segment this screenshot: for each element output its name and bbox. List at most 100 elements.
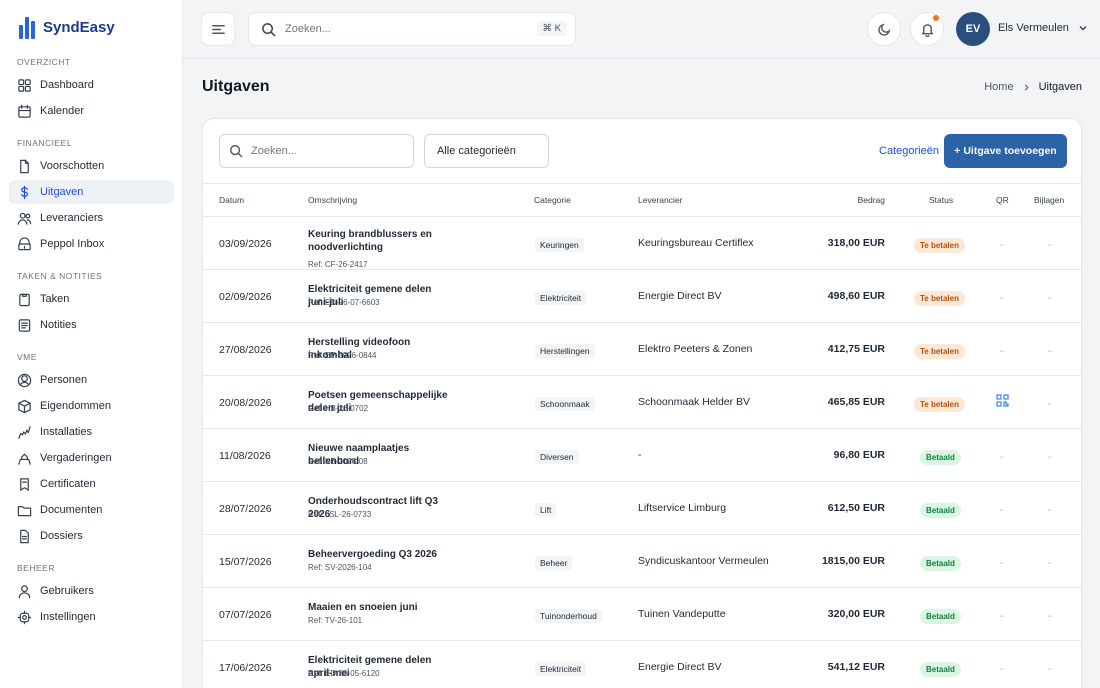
table-row[interactable]: 02/09/2026 Elektriciteit gemene delen jun… (203, 270, 1081, 323)
avatar[interactable]: EV (956, 12, 990, 46)
categories-link[interactable]: Categorieën (879, 145, 939, 157)
sidebar-item-eigendommen[interactable]: Eigendommen (9, 394, 174, 418)
certificate-icon (20, 477, 29, 491)
expense-amount: 1815,00 EUR (821, 555, 885, 567)
breadcrumb: Home Uitgaven (984, 81, 1082, 93)
category-badge: Herstellingen (535, 344, 595, 358)
expense-supplier: Energie Direct BV (638, 661, 722, 673)
col-description[interactable]: Omschrijving (308, 195, 357, 205)
sidebar-item-instellingen[interactable]: Instellingen (9, 605, 174, 629)
expense-supplier: Keuringsbureau Certiflex (638, 237, 754, 249)
expense-date: 17/06/2026 (219, 662, 272, 674)
sidebar-item-label: Uitgaven (40, 186, 84, 198)
category-filter-select[interactable]: Alle categorieën (424, 134, 549, 168)
qr-empty: - (1000, 293, 1004, 304)
sidebar-item-label: Peppol Inbox (40, 238, 105, 250)
expense-amount: 541,12 EUR (827, 661, 885, 673)
theme-toggle-button[interactable] (867, 12, 901, 46)
attachments-empty: - (1048, 558, 1052, 569)
person-icon (17, 373, 32, 387)
sidebar-item-certificaten[interactable]: Certificaten (9, 472, 174, 496)
sidebar-item-taken[interactable]: Taken (9, 287, 174, 311)
expense-amount: 318,00 EUR (827, 237, 885, 249)
expenses-card: Alle categorieën Categorieën + Uitgave t… (202, 118, 1082, 688)
sidebar-item-label: Personen (40, 374, 88, 386)
col-amount[interactable]: Bedrag (858, 195, 885, 205)
sidebar-item-peppol-inbox[interactable]: Peppol Inbox (9, 232, 174, 256)
expense-supplier: Schoonmaak Helder BV (638, 396, 751, 408)
breadcrumb-home[interactable]: Home (984, 81, 1013, 93)
sidebar-item-documenten[interactable]: Documenten (9, 498, 174, 522)
table-row[interactable]: 27/08/2026 Herstelling videofoon inkomhal… (203, 323, 1081, 376)
table-row[interactable]: 28/07/2026 Onderhoudscontract lift Q3 202… (203, 482, 1081, 535)
app-name: SyndEasy (43, 18, 115, 36)
sidebar-item-leveranciers[interactable]: Leveranciers (9, 206, 174, 230)
col-date[interactable]: Datum (219, 195, 244, 205)
attachments-empty: - (1048, 664, 1052, 675)
sidebar-item-personen[interactable]: Personen (9, 368, 174, 392)
nav-section-label: TAKEN & NOTITIES (17, 271, 103, 281)
qr-empty: - (1000, 346, 1004, 357)
category-badge: Beheer (535, 556, 573, 570)
app-logo[interactable]: SyndEasy (19, 15, 115, 39)
user-name: Els Vermeulen (998, 22, 1069, 34)
sidebar-item-kalender[interactable]: Kalender (9, 99, 174, 123)
table-row[interactable]: 03/09/2026 Keuring brandblussers en noodv… (203, 217, 1081, 270)
sidebar-item-label: Eigendommen (40, 400, 111, 412)
sidebar-item-label: Documenten (40, 504, 103, 516)
sidebar-item-uitgaven[interactable]: Uitgaven (9, 180, 174, 204)
sidebar: SyndEasy OVERZICHT Dashboard Kalender FINAN… (0, 0, 183, 688)
table-row[interactable]: 20/08/2026 Poetsen gemeenschappelijke del… (203, 376, 1081, 429)
qr-empty: - (1000, 664, 1004, 675)
sidebar-item-label: Voorschotten (40, 160, 105, 172)
global-search-input[interactable] (285, 23, 525, 35)
sidebar-item-voorschotten[interactable]: Voorschotten (9, 154, 174, 178)
sidebar-item-label: Certificaten (40, 478, 96, 490)
notifications-button[interactable] (910, 12, 944, 46)
folder-icon (17, 505, 32, 516)
attachments-empty: - (1048, 399, 1052, 410)
sidebar-item-vergaderingen[interactable]: Vergaderingen (9, 446, 174, 470)
table-row[interactable]: 15/07/2026 Beheervergoeding Q3 2026 Ref: S… (203, 535, 1081, 588)
table-row[interactable]: 17/06/2026 Elektriciteit gemene delen apr… (203, 641, 1081, 688)
status-badge: Te betalen (914, 291, 965, 306)
status-badge: Te betalen (914, 397, 965, 412)
expense-date: 02/09/2026 (219, 291, 272, 303)
qr-icon[interactable] (996, 394, 1009, 407)
add-expense-button[interactable]: + Uitgave toevoegen (944, 134, 1067, 168)
expense-title: Beheervergoeding Q3 2026 (308, 549, 437, 560)
users-icon (17, 212, 32, 225)
document-icon (20, 159, 29, 173)
sidebar-item-dashboard[interactable]: Dashboard (9, 73, 174, 97)
expense-supplier: Energie Direct BV (638, 290, 722, 302)
moon-icon (877, 23, 890, 36)
expense-date: 11/08/2026 (219, 450, 271, 462)
sidebar-item-installaties[interactable]: Installaties (9, 420, 174, 444)
expense-ref: Ref: KB-2026-08 (308, 457, 368, 466)
col-supplier[interactable]: Leverancier (638, 195, 682, 205)
sidebar-item-dossiers[interactable]: Dossiers (9, 524, 174, 548)
nav-section-label: FINANCIEEL (17, 138, 73, 148)
category-badge: Elektriciteit (535, 662, 587, 676)
status-badge: Betaald (920, 556, 961, 571)
expense-amount: 498,60 EUR (827, 290, 885, 302)
category-badge: Keuringen (535, 238, 584, 252)
table-row[interactable]: 07/07/2026 Maaien en snoeien juni Ref: TV-… (203, 588, 1081, 641)
col-status[interactable]: Status (929, 195, 953, 205)
sidebar-item-gebruikers[interactable]: Gebruikers (9, 579, 174, 603)
dollar-icon (20, 185, 28, 199)
expense-search-input[interactable] (251, 145, 401, 157)
attachments-empty: - (1048, 505, 1052, 516)
qr-empty: - (1000, 452, 1004, 463)
menu-toggle-button[interactable] (201, 12, 235, 46)
wrench-icon (18, 425, 31, 439)
status-badge: Te betalen (914, 238, 965, 253)
table-row[interactable]: 11/08/2026 Nieuwe naamplaatjes bellenbord… (203, 429, 1081, 482)
col-category[interactable]: Categorie (534, 195, 571, 205)
global-search[interactable]: ⌘ K (248, 12, 576, 46)
expense-search[interactable] (219, 134, 414, 168)
sidebar-item-notities[interactable]: Notities (9, 313, 174, 337)
sidebar-item-label: Taken (40, 293, 70, 305)
expense-ref: Ref: ED-26-05-6120 (308, 669, 380, 678)
user-menu[interactable]: Els Vermeulen (998, 22, 1088, 34)
